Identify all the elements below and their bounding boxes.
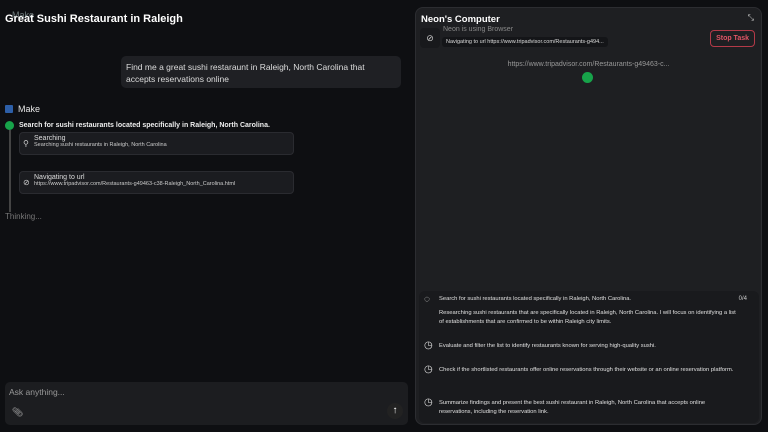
collapse-icon[interactable]: ⤡ [748,13,754,23]
panel-title: Neon's Computer [421,14,500,25]
task-count: 0/4 [738,296,747,302]
loading-dot [582,72,593,83]
chat-input[interactable]: Ask anything... 📎︎ ↑ [5,382,408,425]
card-title: Searching [34,135,66,142]
card-title: Navigating to url [34,174,85,181]
task-item: Search for sushi restaurants located spe… [439,296,632,302]
computer-panel: Neon's Computer ⤡ ⊘ Neon is using Browse… [415,7,762,425]
clock-icon: ◷ [424,364,433,375]
timeline-line [9,130,11,212]
task-item: Summarize findings and present the best … [439,400,706,415]
agent-name: Make [18,104,41,114]
task-item: Evaluate and filter the list to identify… [439,343,656,349]
step-status-dot [5,121,14,130]
spinner-icon: ◌ [424,294,430,305]
pencil-icon [5,105,13,113]
card-subtitle: https://www.tripadvisor.com/Restaurants-… [34,181,236,187]
task-list: 0/4 ◌ Search for sushi restaurants locat… [419,291,759,423]
action-card-navigating[interactable]: ⊘ Navigating to url https://www.tripadvi… [19,171,294,194]
card-subtitle: Searching sushi restaurants in Raleigh, … [34,142,167,148]
current-action: Navigating to url https://www.tripadviso… [442,37,608,47]
user-message: Find me a great sushi restaraunt in Rale… [121,56,401,88]
task-detail: Researching sushi restaurants that are s… [439,310,736,325]
page-title: Great Sushi Restaurant in Raleigh [5,13,183,25]
search-icon: ⚲ [23,139,29,148]
action-card-searching[interactable]: ⚲ Searching Searching sushi restaurants … [19,132,294,155]
send-button[interactable]: ↑ [387,403,403,419]
thinking-status: Thinking... [5,212,42,221]
paperclip-icon[interactable]: 📎︎ [12,407,23,418]
compass-icon: ⊘ [420,28,440,48]
clock-icon: ◷ [424,397,433,408]
input-placeholder: Ask anything... [9,387,65,397]
compass-icon: ⊘ [23,178,30,187]
tool-status: Neon is using Browser [443,26,514,33]
step-title: Search for sushi restaurants located spe… [19,122,270,129]
task-item: Check if the shortlisted restaurants off… [439,367,734,373]
stop-task-button[interactable]: Stop Task [710,30,755,47]
agent-label: Make [5,104,40,114]
clock-icon: ◷ [424,340,433,351]
browser-url: https://www.tripadvisor.com/Restaurants-… [507,61,670,68]
